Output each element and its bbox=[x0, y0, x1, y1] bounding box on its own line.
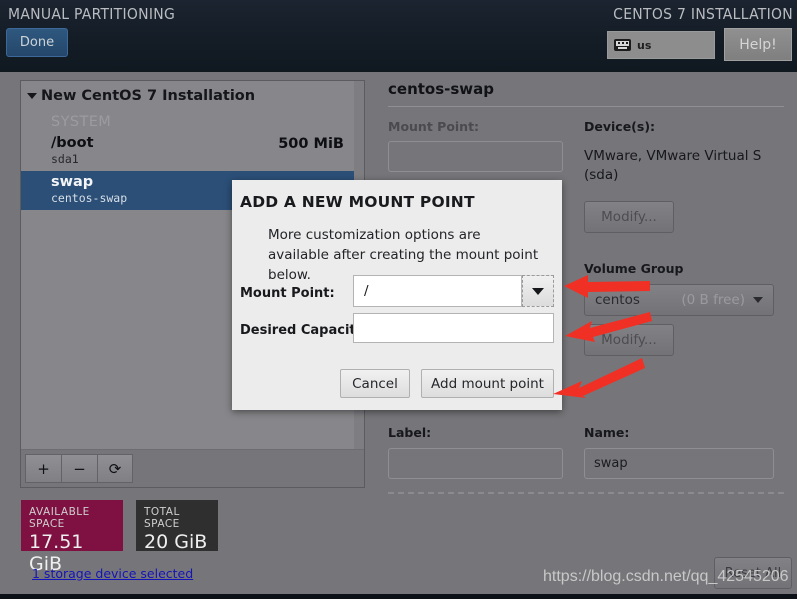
available-space-box: AVAILABLE SPACE 17.51 GiB bbox=[21, 500, 123, 575]
vg-modify-label: Modify... bbox=[601, 332, 657, 348]
plus-icon: + bbox=[37, 459, 50, 478]
device-modify-label: Modify... bbox=[601, 209, 657, 225]
dialog-capacity-input[interactable] bbox=[353, 313, 554, 343]
partition-device: sda1 bbox=[51, 152, 79, 166]
installer-name: CENTOS 7 INSTALLATION bbox=[613, 5, 793, 23]
dialog-title: ADD A NEW MOUNT POINT bbox=[240, 193, 475, 211]
dialog-submit-label: Add mount point bbox=[431, 375, 544, 392]
page-title: MANUAL PARTITIONING bbox=[8, 5, 176, 23]
dialog-cancel-label: Cancel bbox=[352, 375, 398, 392]
volume-group-free-space: (0 B free) bbox=[681, 292, 745, 308]
volume-group-select[interactable]: centos (0 B free) bbox=[584, 284, 774, 316]
refresh-icon: ⟳ bbox=[108, 459, 122, 478]
total-space-value: 20 GiB bbox=[144, 531, 208, 553]
partition-row-boot[interactable]: /boot sda1 500 MiB bbox=[21, 132, 354, 171]
total-space-box: TOTAL SPACE 20 GiB bbox=[136, 500, 218, 553]
available-space-caption: AVAILABLE SPACE bbox=[29, 506, 90, 530]
dialog-add-mount-point-button[interactable]: Add mount point bbox=[421, 369, 554, 398]
keyboard-layout-indicator[interactable]: us bbox=[607, 31, 715, 59]
dialog-capacity-label: Desired Capacity: bbox=[240, 323, 370, 338]
dialog-mount-point-label: Mount Point: bbox=[240, 286, 335, 301]
watermark-text: https://blog.csdn.net/qq_42545206 bbox=[543, 568, 789, 585]
device-modify-button[interactable]: Modify... bbox=[584, 201, 674, 233]
window-bottom-edge bbox=[0, 594, 797, 599]
system-group-label: SYSTEM bbox=[51, 114, 112, 130]
add-mount-point-dialog: ADD A NEW MOUNT POINT More customization… bbox=[232, 180, 562, 410]
storage-device-link[interactable]: 1 storage device selected bbox=[32, 566, 193, 581]
mount-point-input[interactable] bbox=[388, 141, 563, 172]
dialog-mount-point-input[interactable]: / bbox=[353, 275, 522, 307]
partition-size: 500 MiB bbox=[278, 136, 344, 152]
section-divider bbox=[388, 492, 784, 494]
keyboard-layout-label: us bbox=[637, 38, 652, 52]
label-input[interactable] bbox=[388, 448, 563, 479]
done-button[interactable]: Done bbox=[6, 28, 68, 57]
chevron-down-icon bbox=[532, 287, 544, 295]
total-space-caption: TOTAL SPACE bbox=[144, 506, 180, 530]
volume-group-modify-button[interactable]: Modify... bbox=[584, 324, 674, 356]
anaconda-installer-window: MANUAL PARTITIONING CENTOS 7 INSTALLATIO… bbox=[0, 0, 797, 599]
chevron-down-icon bbox=[753, 297, 763, 303]
mount-point-label: Mount Point: bbox=[388, 119, 480, 134]
volume-group-value: centos bbox=[595, 292, 640, 308]
installation-group-label: New CentOS 7 Installation bbox=[41, 88, 256, 104]
top-bar: MANUAL PARTITIONING CENTOS 7 INSTALLATIO… bbox=[0, 0, 797, 72]
add-partition-button[interactable]: + bbox=[25, 454, 61, 483]
installation-group-header[interactable]: New CentOS 7 Installation bbox=[21, 81, 354, 110]
volume-group-label: Volume Group bbox=[584, 261, 684, 276]
help-button[interactable]: Help! bbox=[724, 28, 792, 61]
devices-label: Device(s): bbox=[584, 119, 656, 134]
chevron-down-icon bbox=[27, 93, 37, 99]
done-button-label: Done bbox=[19, 35, 55, 50]
title-divider bbox=[388, 106, 784, 107]
help-button-label: Help! bbox=[739, 36, 777, 53]
minus-icon: − bbox=[73, 459, 86, 478]
partition-toolbar: + − ⟳ bbox=[21, 449, 364, 487]
refresh-partitions-button[interactable]: ⟳ bbox=[97, 454, 133, 483]
devices-value: VMware, VMware Virtual S (sda) bbox=[584, 148, 762, 183]
name-label: Name: bbox=[584, 425, 630, 440]
name-value: swap bbox=[594, 456, 628, 471]
dialog-cancel-button[interactable]: Cancel bbox=[340, 369, 410, 398]
dialog-mount-point-value: / bbox=[364, 283, 369, 299]
label-label: Label: bbox=[388, 425, 432, 440]
name-input[interactable]: swap bbox=[584, 448, 774, 479]
selected-partition-title: centos-swap bbox=[388, 80, 495, 98]
remove-partition-button[interactable]: − bbox=[61, 454, 97, 483]
keyboard-icon bbox=[614, 39, 631, 51]
dialog-mount-point-dropdown-button[interactable] bbox=[522, 275, 554, 307]
